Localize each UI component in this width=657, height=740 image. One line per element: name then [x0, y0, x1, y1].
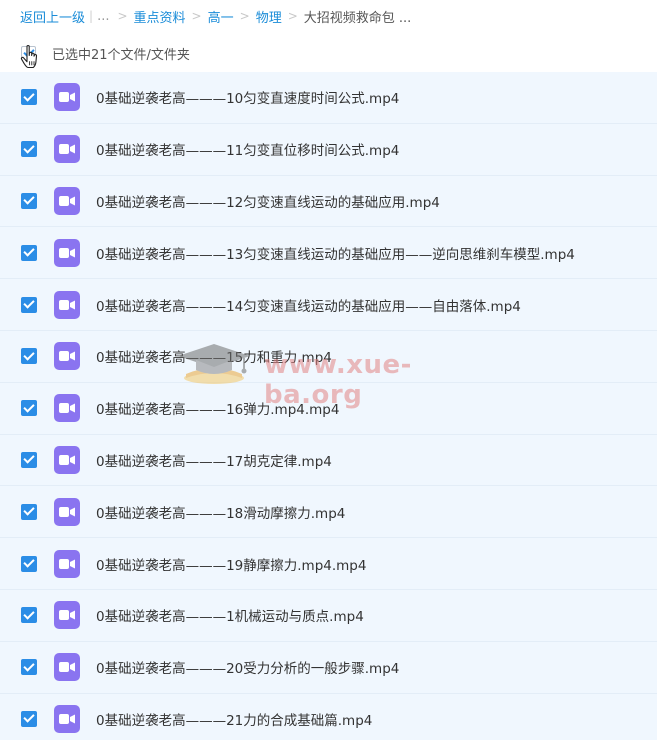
video-file-icon: [54, 601, 80, 630]
breadcrumb-item[interactable]: 物理: [256, 7, 282, 26]
file-name[interactable]: 0基础逆袭老高———20受力分析的一般步骤.mp4: [96, 657, 399, 677]
file-name[interactable]: 0基础逆袭老高———19静摩擦力.mp4.mp4: [96, 554, 366, 574]
chevron-right-icon: >: [117, 9, 128, 23]
file-name[interactable]: 0基础逆袭老高———10匀变直速度时间公式.mp4: [96, 87, 399, 107]
chevron-right-icon: >: [239, 9, 250, 23]
row-checkbox[interactable]: [21, 192, 37, 209]
row-checkbox[interactable]: [21, 659, 37, 676]
file-name[interactable]: 0基础逆袭老高———14匀变速直线运动的基础应用——自由落体.mp4: [96, 295, 521, 315]
back-link[interactable]: 返回上一级: [20, 7, 85, 26]
video-file-icon: [54, 394, 80, 423]
file-list: 0基础逆袭老高———10匀变直速度时间公式.mp4 0基础逆袭老高———11匀变直…: [0, 72, 657, 740]
hand-cursor-icon: [20, 45, 38, 69]
file-name[interactable]: 0基础逆袭老高———16弹力.mp4.mp4: [96, 398, 339, 418]
row-checkbox[interactable]: [21, 141, 37, 158]
row-checkbox[interactable]: [21, 400, 37, 417]
row-checkbox[interactable]: [21, 89, 37, 106]
file-row[interactable]: 0基础逆袭老高———11匀变直位移时间公式.mp4: [0, 123, 657, 176]
row-checkbox[interactable]: [21, 555, 37, 572]
video-file-icon: [54, 342, 80, 371]
row-checkbox[interactable]: [21, 607, 37, 624]
breadcrumb-ellipsis[interactable]: ...: [97, 9, 109, 24]
file-row[interactable]: 0基础逆袭老高———18滑动摩擦力.mp4: [0, 486, 657, 539]
file-row[interactable]: 0基础逆袭老高———10匀变直速度时间公式.mp4: [0, 72, 657, 124]
breadcrumb-divider: |: [89, 9, 94, 23]
chevron-right-icon: >: [191, 9, 202, 23]
breadcrumb-current: 大招视频救命包 ...: [303, 10, 412, 26]
file-name[interactable]: 0基础逆袭老高———15力和重力.mp4: [96, 346, 332, 366]
file-row[interactable]: 0基础逆袭老高———16弹力.mp4.mp4: [0, 382, 657, 435]
file-row[interactable]: 0基础逆袭老高———19静摩擦力.mp4.mp4: [0, 538, 657, 590]
file-row[interactable]: 0基础逆袭老高———13匀变速直线运动的基础应用——逆向思维刹车模型.mp4: [0, 227, 657, 280]
selection-bar: 已选中21个文件/文件夹: [0, 34, 657, 72]
video-file-icon: [54, 497, 80, 526]
file-row[interactable]: 0基础逆袭老高———12匀变速直线运动的基础应用.mp4: [0, 175, 657, 228]
file-name[interactable]: 0基础逆袭老高———12匀变速直线运动的基础应用.mp4: [96, 191, 440, 211]
file-row[interactable]: 0基础逆袭老高———14匀变速直线运动的基础应用——自由落体.mp4: [0, 279, 657, 331]
file-name[interactable]: 0基础逆袭老高———11匀变直位移时间公式.mp4: [96, 139, 399, 159]
breadcrumb-item[interactable]: 重点资料: [134, 7, 186, 26]
row-checkbox[interactable]: [21, 503, 37, 520]
row-checkbox[interactable]: [21, 710, 37, 727]
file-row[interactable]: 0基础逆袭老高———21力的合成基础篇.mp4: [0, 693, 657, 740]
row-checkbox[interactable]: [21, 348, 37, 365]
video-file-icon: [54, 186, 80, 215]
file-name[interactable]: 0基础逆袭老高———13匀变速直线运动的基础应用——逆向思维刹车模型.mp4: [96, 243, 575, 263]
file-name[interactable]: 0基础逆袭老高———21力的合成基础篇.mp4: [96, 709, 372, 729]
file-name[interactable]: 0基础逆袭老高———18滑动摩擦力.mp4: [96, 502, 345, 522]
video-file-icon: [54, 83, 80, 112]
file-row[interactable]: 0基础逆袭老高———17胡克定律.mp4: [0, 434, 657, 487]
file-name[interactable]: 0基础逆袭老高———1机械运动与质点.mp4: [96, 605, 364, 625]
file-row[interactable]: 0基础逆袭老高———15力和重力.mp4: [0, 330, 657, 383]
video-file-icon: [54, 549, 80, 578]
video-file-icon: [54, 238, 80, 267]
breadcrumb-item[interactable]: 高一: [208, 7, 234, 26]
video-file-icon: [54, 290, 80, 319]
breadcrumb: 返回上一级 | ... > 重点资料 > 高一 > 物理 > 大招视频救命包 .…: [0, 0, 657, 32]
chevron-right-icon: >: [287, 9, 298, 23]
row-checkbox[interactable]: [21, 296, 37, 313]
video-file-icon: [54, 653, 80, 682]
file-name[interactable]: 0基础逆袭老高———17胡克定律.mp4: [96, 450, 332, 470]
selection-count: 已选中21个文件/文件夹: [52, 47, 190, 63]
file-row[interactable]: 0基础逆袭老高———20受力分析的一般步骤.mp4: [0, 641, 657, 694]
video-file-icon: [54, 135, 80, 164]
row-checkbox[interactable]: [21, 244, 37, 261]
file-row[interactable]: 0基础逆袭老高———1机械运动与质点.mp4: [0, 589, 657, 642]
video-file-icon: [54, 445, 80, 474]
row-checkbox[interactable]: [21, 451, 37, 468]
video-file-icon: [54, 704, 80, 733]
